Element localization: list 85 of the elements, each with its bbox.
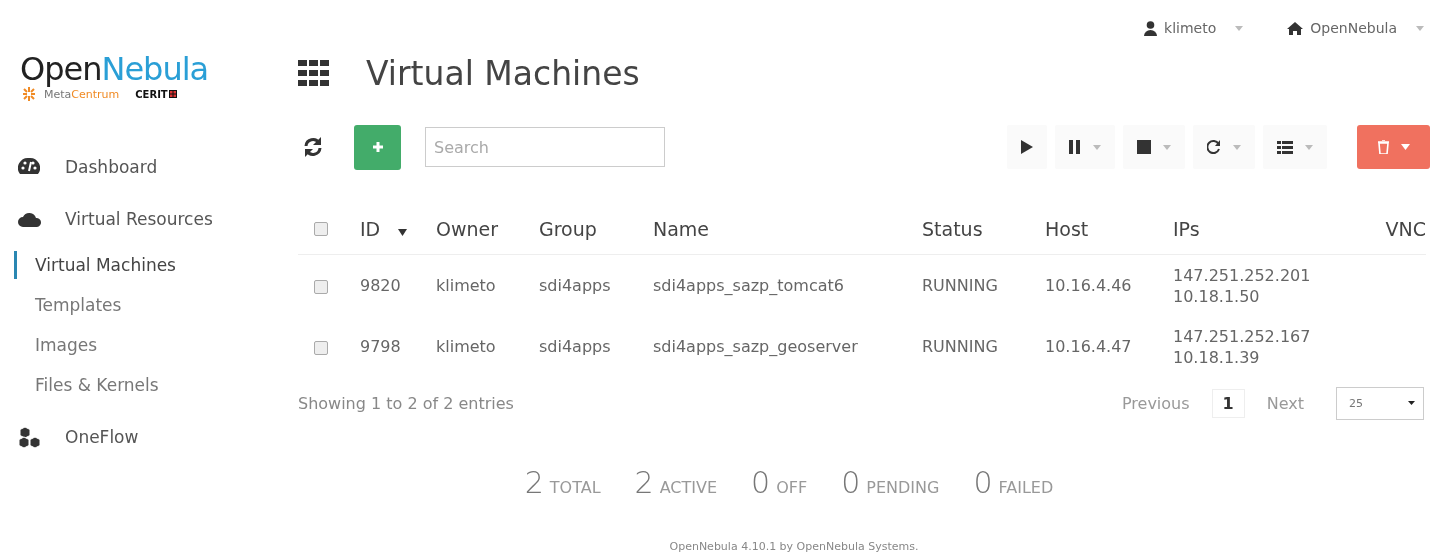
sidebar-item[interactable]: Images <box>18 325 290 365</box>
refresh-button[interactable] <box>302 136 324 158</box>
table-cell: klimeto <box>436 337 496 356</box>
play-button[interactable] <box>1007 125 1047 169</box>
stat-label: PENDING <box>866 478 940 497</box>
add-button[interactable] <box>354 124 401 170</box>
menu-button[interactable]: klimeto <box>1164 20 1217 36</box>
column-header[interactable]: Name <box>653 218 710 240</box>
column-header[interactable]: Group <box>539 218 597 240</box>
stat-value: 2 <box>524 465 544 500</box>
plus-icon <box>371 141 384 153</box>
partner-logo-text: CERIT <box>135 88 168 100</box>
table-cell: klimeto <box>436 276 496 295</box>
page-button[interactable]: 1 <box>1211 388 1245 418</box>
sunburst-icon <box>20 87 38 101</box>
table-cell: 10.16.4.46 <box>1045 276 1132 295</box>
stat-value: 0 <box>973 465 993 500</box>
table-cell: sdi4apps <box>539 276 611 295</box>
page-title: Virtual Machines <box>366 53 640 93</box>
column-header[interactable]: Host <box>1045 218 1089 240</box>
caret-icon <box>1233 144 1241 150</box>
table-cell: RUNNING <box>922 276 998 295</box>
pause-button[interactable] <box>1055 125 1115 169</box>
caret-icon <box>1163 144 1171 150</box>
caret-icon <box>1400 144 1410 150</box>
trash-icon <box>1377 140 1389 154</box>
list-icon <box>1277 140 1293 154</box>
table-cell: sdi4apps_sazp_tomcat6 <box>653 276 844 295</box>
play-icon <box>1021 140 1033 154</box>
column-header[interactable]: IPs <box>1173 218 1200 240</box>
sidebar-item[interactable]: Files & Kernels <box>18 365 290 405</box>
grid-icon <box>298 60 330 86</box>
list-button[interactable] <box>1263 125 1327 169</box>
table-info: Showing 1 to 2 of 2 entries <box>298 393 514 413</box>
table-cell-text: 10.18.1.50 <box>1173 285 1261 307</box>
column-header[interactable]: ID <box>360 218 381 240</box>
caret-icon <box>1416 25 1424 31</box>
search-field[interactable]: Search <box>425 127 665 167</box>
partner-logo-text: MetaCentrum <box>44 87 120 101</box>
table-cell-text: 10.18.1.39 <box>1173 346 1261 368</box>
checkbox[interactable] <box>314 279 328 294</box>
checkbox[interactable] <box>314 222 328 236</box>
reload-icon <box>1207 140 1221 154</box>
home-icon <box>1287 21 1304 35</box>
stat-label: ACTIVE <box>659 478 718 497</box>
column-header[interactable]: VNC <box>1385 218 1426 240</box>
refresh-icon <box>302 136 324 158</box>
caret-icon <box>1093 144 1101 150</box>
table-cell: 9820 <box>360 276 401 295</box>
sidebar-item[interactable]: Virtual Resources <box>65 209 213 229</box>
stop-button[interactable] <box>1123 125 1185 169</box>
checkbox[interactable] <box>314 340 328 355</box>
table-cell: 9798 <box>360 337 401 356</box>
table-cell-text: 147.251.252.167 <box>1173 325 1312 347</box>
square-icon <box>168 90 177 98</box>
speedometer-icon <box>18 157 40 177</box>
caret-icon <box>1305 144 1313 150</box>
table-cell-text: 147.251.252.201 <box>1173 264 1312 286</box>
stat-label: TOTAL <box>549 478 601 497</box>
stat-value: 2 <box>634 465 654 500</box>
cubes-icon <box>18 426 42 448</box>
table-cell: 10.16.4.47 <box>1045 337 1132 356</box>
menu-button[interactable]: OpenNebula <box>1310 20 1397 36</box>
pause-icon <box>1069 140 1081 154</box>
reload-button[interactable] <box>1193 125 1255 169</box>
caret-icon <box>1408 401 1415 405</box>
caret-icon <box>1235 25 1244 31</box>
column-header[interactable]: Status <box>922 218 983 240</box>
sidebar-item[interactable]: Templates <box>18 285 290 325</box>
stat-label: FAILED <box>998 478 1054 497</box>
stop-icon <box>1137 140 1151 154</box>
stat-label: OFF <box>776 478 808 497</box>
table-cell: RUNNING <box>922 337 998 356</box>
sidebar-item[interactable]: OneFlow <box>65 427 139 447</box>
page-size-select[interactable]: 25 <box>1336 386 1424 420</box>
table-cell: sdi4apps <box>539 337 611 356</box>
column-header[interactable]: Owner <box>436 218 499 240</box>
stat-value: 0 <box>751 465 771 500</box>
stat-value: 0 <box>841 465 861 500</box>
logo-text: OpenNebula <box>20 52 209 86</box>
footer-text: OpenNebula 4.10.1 by OpenNebula Systems. <box>669 540 919 553</box>
cloud-icon <box>18 211 42 227</box>
sidebar-item[interactable]: Dashboard <box>65 157 158 177</box>
user-icon <box>1144 20 1158 36</box>
table-cell: sdi4apps_sazp_geoserver <box>653 337 858 356</box>
